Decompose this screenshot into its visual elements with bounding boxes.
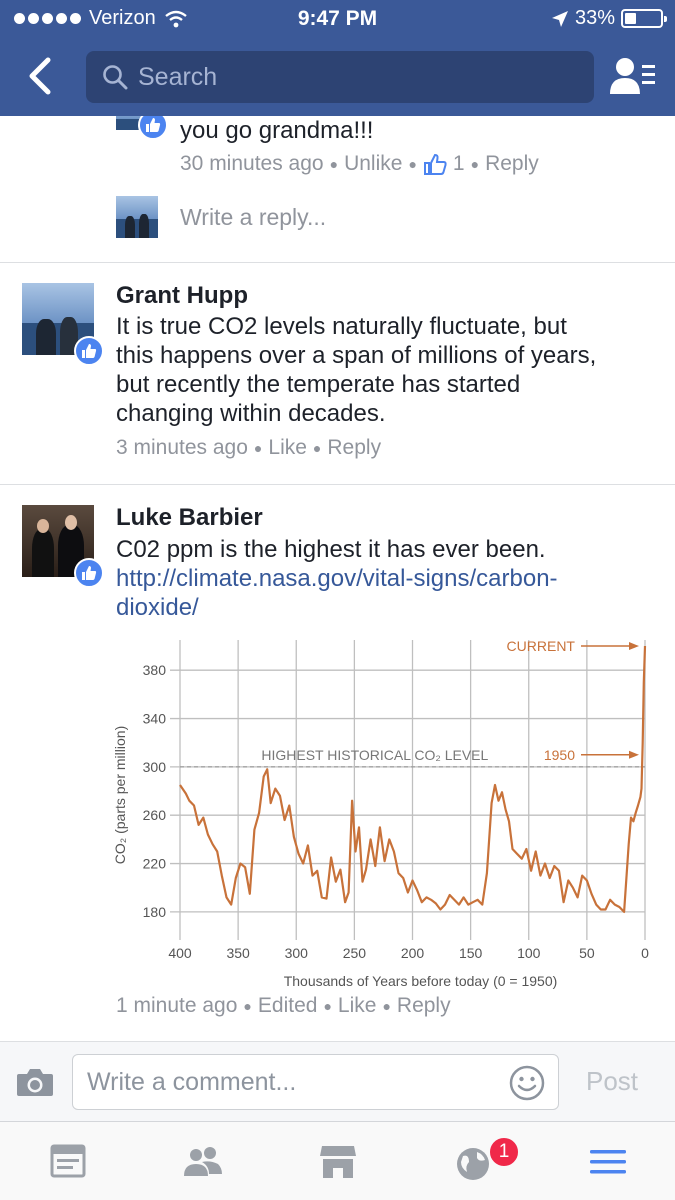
reply-link[interactable]: Reply [327, 436, 381, 460]
thumbs-up-icon [82, 344, 97, 358]
x-tick-label: 300 [285, 945, 309, 961]
comment-link-line[interactable]: dioxide/ [116, 593, 558, 622]
comment-timestamp: 1 minute ago [116, 994, 238, 1017]
reply-link[interactable]: Reply [485, 152, 539, 176]
y-axis-label: CO₂ (parts per million) [112, 726, 128, 864]
current-user-avatar [116, 196, 158, 238]
friend-requests-icon[interactable] [608, 56, 658, 96]
comment-author[interactable]: Grant Hupp [116, 282, 248, 310]
like-link[interactable]: Like [338, 994, 377, 1018]
annotation-arrow-head [629, 642, 639, 651]
divider [0, 262, 675, 263]
comment-text: C02 ppm is the highest it has ever been. [116, 536, 546, 563]
emoji-icon[interactable] [508, 1064, 546, 1102]
annotation-arrow-head [629, 750, 639, 759]
comment-author[interactable]: Luke Barbier [116, 504, 263, 532]
post-button[interactable]: Post [586, 1066, 638, 1097]
comment-text-line: changing within decades. [116, 400, 386, 427]
thumbs-up-icon [146, 118, 161, 132]
marketplace-icon[interactable] [316, 1140, 360, 1184]
news-feed-icon[interactable] [46, 1140, 90, 1184]
menu-icon[interactable] [586, 1140, 630, 1184]
battery-icon [621, 9, 667, 28]
edited-label[interactable]: Edited [258, 994, 318, 1018]
y-tick-label: 180 [143, 904, 167, 920]
bottom-tab-bar: 1 [0, 1121, 675, 1200]
reply-like-count: 1 [452, 152, 465, 175]
comment-link[interactable]: http://climate.nasa.gov/vital-signs/carb… [116, 564, 558, 622]
co2-chart-image[interactable]: 400 350 300 250 200 150 100 50 0 180 220 260 300 340 3… [110, 632, 665, 992]
like-reaction-badge [74, 336, 104, 366]
y-tick-label: 340 [143, 711, 167, 727]
comment-composer: Write a comment... Post [0, 1041, 675, 1121]
y-tick-label: 380 [143, 662, 167, 678]
comment-text-line: It is true CO2 levels naturally fluctuat… [116, 313, 567, 340]
divider [0, 484, 675, 485]
annotation-label: 1950 [544, 747, 575, 763]
annotation-label: CURRENT [507, 638, 576, 654]
y-tick-label: 260 [143, 807, 167, 823]
comment-text: It is true CO2 levels naturally fluctuat… [116, 312, 596, 428]
notifications-badge: 1 [488, 1136, 520, 1168]
x-tick-label: 0 [641, 945, 649, 961]
x-tick-label: 100 [517, 945, 541, 961]
top-navigation-bar: Verizon 9:47 PM 33% Search [0, 0, 675, 116]
reply-link[interactable]: Reply [397, 994, 451, 1018]
like-link[interactable]: Like [268, 436, 307, 460]
search-icon [103, 65, 128, 90]
battery-percent: 33% [574, 7, 615, 29]
status-bar: Verizon 9:47 PM 33% [0, 0, 675, 38]
comment-link-line[interactable]: http://climate.nasa.gov/vital-signs/carb… [116, 564, 558, 593]
unlike-link[interactable]: Unlike [344, 152, 402, 176]
x-tick-label: 250 [343, 945, 367, 961]
comment-meta: 3 minutes ago ● Like ● Reply [116, 436, 382, 460]
back-arrow-icon[interactable] [22, 54, 62, 98]
camera-icon[interactable] [16, 1066, 54, 1098]
comment-text-line: but recently the temperate has started [116, 371, 521, 398]
comment-timestamp: 3 minutes ago [116, 436, 248, 459]
x-tick-label: 200 [401, 945, 425, 961]
search-placeholder: Search [138, 62, 218, 91]
y-tick-label: 300 [143, 759, 167, 775]
reply-text: you go grandma!!! [180, 117, 374, 144]
reply-timestamp: 30 minutes ago [180, 152, 324, 175]
comment-input[interactable]: Write a comment... [72, 1054, 559, 1110]
write-reply-input[interactable]: Write a reply... [180, 204, 326, 231]
comment-placeholder: Write a comment... [87, 1068, 297, 1096]
reference-line-label: HIGHEST HISTORICAL CO₂ LEVEL [261, 747, 488, 763]
x-tick-label: 50 [579, 945, 595, 961]
comment-meta: 1 minute ago ● Edited ● Like ● Reply [116, 994, 451, 1018]
thumbs-up-icon [423, 153, 447, 175]
location-arrow-icon [551, 10, 568, 27]
x-tick-label: 350 [226, 945, 250, 961]
search-input[interactable]: Search [86, 51, 594, 103]
thumbs-up-icon [82, 566, 97, 580]
reply-meta: 30 minutes ago ● Unlike ● 1 ● Reply [180, 152, 539, 176]
x-axis-label: Thousands of Years before today (0 = 195… [284, 973, 558, 989]
comment-text-line: this happens over a span of millions of … [116, 342, 597, 369]
friends-icon[interactable] [181, 1140, 225, 1184]
like-reaction-badge [74, 558, 104, 588]
y-tick-label: 220 [143, 856, 167, 872]
x-tick-label: 150 [459, 945, 483, 961]
x-tick-label: 400 [168, 945, 192, 961]
